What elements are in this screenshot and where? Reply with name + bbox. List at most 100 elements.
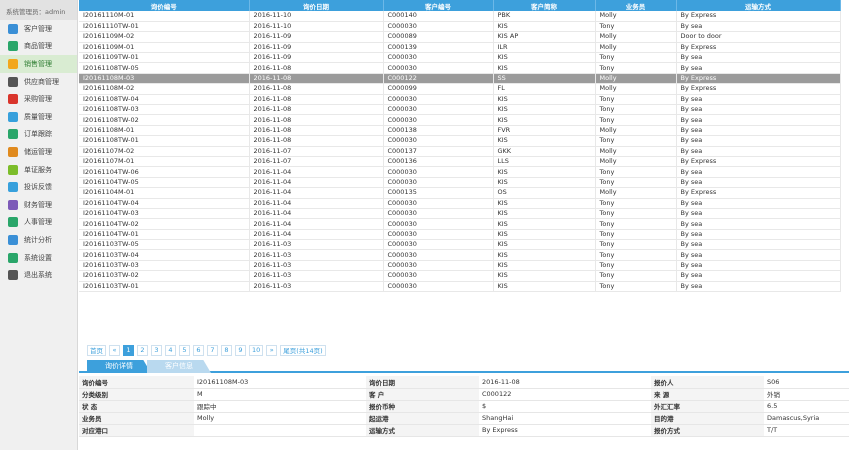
table-row[interactable]: I20161104TW-03 2016-11-04 C000030 KIS Tony By… (79, 208, 841, 220)
table-cell: C000138 (383, 125, 494, 137)
table-cell: KIS (493, 208, 596, 220)
sidebar-item-2[interactable]: 销售管理 (0, 55, 77, 73)
sidebar-item-0[interactable]: 客户管理 (0, 20, 77, 38)
pager-page-7[interactable]: 7 (207, 344, 218, 356)
table-row[interactable]: I20161107M-01 2016-11-07 C000136 LLS Molly By… (79, 156, 841, 168)
table-cell: C000089 (383, 31, 494, 43)
pager-page-2[interactable]: 2 (137, 344, 148, 356)
table-cell: 2016-11-10 (249, 11, 384, 22)
table-row[interactable]: I20161107M-02 2016-11-07 C000137 GKK Molly By… (79, 146, 841, 157)
table-cell: FVR (493, 125, 596, 137)
table-row[interactable]: I20161103TW-01 2016-11-03 C000030 KIS Tony By… (79, 281, 841, 293)
sidebar-item-3[interactable]: 供应商管理 (0, 73, 77, 91)
table-row[interactable]: I20161104TW-02 2016-11-04 C000030 KIS Tony By… (79, 218, 841, 230)
sidebar-item-4[interactable]: 采购管理 (0, 90, 77, 108)
app-window: 系统管理员：admin 客户管理 商品管理 销售管理 供应商管理 采购管理 质量管理 订单跟… (0, 0, 849, 450)
table-cell: KIS (493, 104, 596, 116)
table-row[interactable]: I20161108TW-05 2016-11-08 C000030 KIS Tony By… (79, 62, 841, 74)
detail-label: 报价币种 (366, 400, 479, 413)
sidebar-item-11[interactable]: 人事管理 (0, 214, 77, 232)
table-cell: By Express (676, 73, 841, 85)
table-row[interactable]: I20161103TW-05 2016-11-03 C000030 KIS Tony By… (79, 239, 841, 251)
sidebar-item-1[interactable]: 商品管理 (0, 38, 77, 56)
table-cell: Tony (595, 166, 677, 178)
pager-page-8[interactable]: 8 (221, 344, 232, 356)
column-header[interactable]: 运输方式 (676, 0, 841, 11)
pager-next[interactable]: » (266, 344, 278, 356)
table-row[interactable]: I20161104TW-06 2016-11-04 C000030 KIS Tony By… (79, 166, 841, 178)
table-row[interactable]: I20161104TW-04 2016-11-04 C000030 KIS Tony By… (79, 198, 841, 209)
table-row[interactable]: I20161109M-01 2016-11-09 C000139 ILR Molly By… (79, 42, 841, 54)
tab-customer-info[interactable]: 客户信息 (147, 360, 211, 373)
table-cell: 2016-11-04 (249, 198, 384, 209)
table-row[interactable]: I20161108M-03 2016-11-08 C000122 SS Molly By … (79, 73, 841, 85)
table-cell: Tony (595, 52, 677, 64)
sidebar-item-label: 采购管理 (24, 95, 52, 104)
table-row[interactable]: I20161104TW-01 2016-11-04 C000030 KIS Tony By… (79, 229, 841, 241)
pager-first[interactable]: 首页 (87, 344, 106, 356)
column-header[interactable]: 业务员 (595, 0, 677, 11)
pager-last[interactable]: 尾页(共14页) (280, 344, 326, 356)
table-row[interactable]: I20161108TW-01 2016-11-08 C000030 KIS Tony By… (79, 135, 841, 147)
table-row[interactable]: I20161108TW-04 2016-11-08 C000030 KIS Tony By… (79, 94, 841, 106)
sidebar-item-5[interactable]: 质量管理 (0, 108, 77, 126)
sidebar-item-12[interactable]: 统计分析 (0, 231, 77, 249)
table-cell: OS (493, 187, 596, 199)
detail-value: Damascus,Syria (764, 412, 849, 425)
detail-label: 分类级别 (79, 388, 194, 401)
table-row[interactable]: I20161103TW-02 2016-11-03 C000030 KIS Tony By… (79, 270, 841, 282)
column-header[interactable]: 客户简称 (493, 0, 596, 11)
sidebar-item-14[interactable]: 退出系统 (0, 266, 77, 284)
table-cell: By sea (676, 208, 841, 220)
table-row[interactable]: I20161109TW-01 2016-11-09 C000030 KIS Tony By… (79, 52, 841, 64)
pager-prev[interactable]: « (109, 344, 120, 356)
sidebar-item-8[interactable]: 单证服务 (0, 161, 77, 179)
column-header[interactable]: 询价编号 (79, 0, 250, 11)
table-row[interactable]: I20161103TW-03 2016-11-03 C000030 KIS Tony By… (79, 260, 841, 272)
pager-page-6[interactable]: 6 (193, 344, 204, 356)
pager-page-3[interactable]: 3 (151, 344, 162, 356)
table-cell: Tony (595, 229, 677, 241)
detail-value: 2016-11-08 (479, 376, 651, 389)
table-cell: 2016-11-09 (249, 42, 384, 54)
table-row[interactable]: I20161104M-01 2016-11-04 C000135 OS Molly By … (79, 187, 841, 199)
table-row[interactable]: I20161110TW-01 2016-11-10 C000030 KIS Tony By… (79, 21, 841, 33)
pager-page-9[interactable]: 9 (235, 344, 246, 356)
table-row[interactable]: I20161103TW-04 2016-11-03 C000030 KIS Tony By… (79, 249, 841, 261)
table-cell: I20161109TW-01 (79, 52, 250, 64)
table-row[interactable]: I20161108M-01 2016-11-08 C000138 FVR Molly By… (79, 125, 841, 137)
table-cell: 2016-11-09 (249, 52, 384, 64)
table-cell: By sea (676, 94, 841, 106)
tab-inquiry-detail[interactable]: 询价详情 (87, 360, 151, 373)
table-cell: C000030 (383, 21, 494, 33)
table-cell: C000030 (383, 229, 494, 241)
table-cell: By sea (676, 218, 841, 230)
table-row[interactable]: I20161108M-02 2016-11-08 C000099 FL Molly By … (79, 83, 841, 95)
table-cell: 2016-11-09 (249, 31, 384, 43)
detail-row: 状 态跟踪中 报价币种 $ 外汇汇率 6.5 (79, 400, 849, 413)
table-cell: Tony (595, 281, 677, 293)
pager-page-4[interactable]: 4 (165, 344, 176, 356)
table-row[interactable]: I20161108TW-03 2016-11-08 C000030 KIS Tony By… (79, 104, 841, 116)
pager-page-10[interactable]: 10 (249, 344, 264, 356)
column-header[interactable]: 询价日期 (249, 0, 384, 11)
table-cell: KIS (493, 166, 596, 178)
table-row[interactable]: I20161109M-02 2016-11-09 C000089 KIS AP Moll… (79, 31, 841, 43)
table-row[interactable]: I20161108TW-02 2016-11-08 C000030 KIS Tony By… (79, 114, 841, 126)
sidebar-item-10[interactable]: 财务管理 (0, 196, 77, 214)
table-cell: I20161110TW-01 (79, 21, 250, 33)
sidebar-item-9[interactable]: 投诉反馈 (0, 178, 77, 196)
table-row[interactable]: I20161110M-01 2016-11-10 C000140 PBK Molly By… (79, 11, 841, 22)
column-header[interactable]: 客户编号 (383, 0, 494, 11)
table-cell: C000030 (383, 281, 494, 293)
table-row[interactable]: I20161104TW-05 2016-11-04 C000030 KIS Tony By… (79, 177, 841, 189)
table-cell: KIS (493, 135, 596, 147)
table-cell: PBK (493, 11, 596, 22)
table-cell: 2016-11-04 (249, 187, 384, 199)
sidebar-item-6[interactable]: 订单跟踪 (0, 126, 77, 144)
pager-page-5[interactable]: 5 (179, 344, 190, 356)
pager-page-1[interactable]: 1 (123, 344, 134, 356)
sidebar-item-13[interactable]: 系统设置 (0, 249, 77, 267)
sidebar-item-7[interactable]: 储运管理 (0, 143, 77, 161)
cart-icon (8, 94, 18, 105)
